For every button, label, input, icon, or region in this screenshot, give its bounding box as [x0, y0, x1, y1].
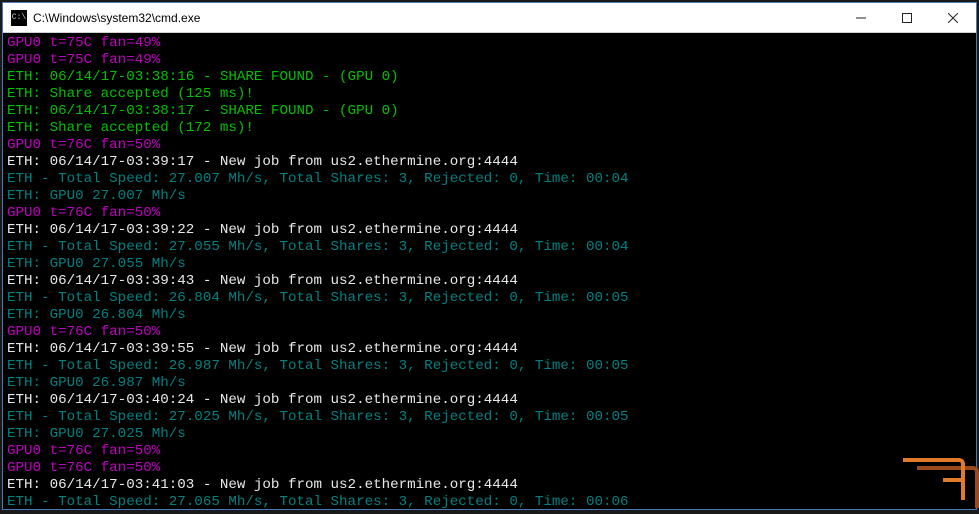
- close-button[interactable]: [930, 3, 976, 32]
- window-controls: [838, 3, 976, 32]
- minimize-button[interactable]: [838, 3, 884, 32]
- cmd-icon: C:\: [11, 10, 27, 26]
- console-line: ETH: GPU0 26.804 Mh/s: [7, 307, 972, 324]
- console-line: GPU0 t=76C fan=50%: [7, 205, 972, 222]
- console-line: ETH: GPU0 27.055 Mh/s: [7, 256, 972, 273]
- console-line: ETH - Total Speed: 27.055 Mh/s, Total Sh…: [7, 239, 972, 256]
- console-line: ETH: 06/14/17-03:41:03 - New job from us…: [7, 477, 972, 494]
- close-icon: [948, 13, 958, 23]
- maximize-button[interactable]: [884, 3, 930, 32]
- minimize-icon: [856, 13, 866, 23]
- watermark-shape-notch: [943, 478, 965, 482]
- console-line: GPU0 t=75C fan=49%: [7, 52, 972, 69]
- console-line: ETH: 06/14/17-03:38:17 - SHARE FOUND - (…: [7, 103, 972, 120]
- console-line: ETH: GPU0 26.987 Mh/s: [7, 375, 972, 392]
- console-line: GPU0 t=75C fan=49%: [7, 35, 972, 52]
- console-line: ETH - Total Speed: 26.987 Mh/s, Total Sh…: [7, 358, 972, 375]
- console-line: ETH: 06/14/17-03:39:55 - New job from us…: [7, 341, 972, 358]
- console-line: ETH - Total Speed: 27.007 Mh/s, Total Sh…: [7, 171, 972, 188]
- console-line: GPU0 t=76C fan=50%: [7, 443, 972, 460]
- console-line: GPU0 t=76C fan=50%: [7, 324, 972, 341]
- console-line: ETH: 06/14/17-03:39:43 - New job from us…: [7, 273, 972, 290]
- console-line: GPU0 t=76C fan=50%: [7, 460, 972, 477]
- console-line: ETH: GPU0 27.007 Mh/s: [7, 188, 972, 205]
- console-line: ETH: Share accepted (172 ms)!: [7, 120, 972, 137]
- console-line: ETH: 06/14/17-03:39:17 - New job from us…: [7, 154, 972, 171]
- console-line: ETH: GPU0 27.025 Mh/s: [7, 426, 972, 443]
- cmd-window: C:\ C:\Windows\system32\cmd.exe GPU0 t=7…: [2, 2, 977, 510]
- console-line: ETH - Total Speed: 27.025 Mh/s, Total Sh…: [7, 409, 972, 426]
- console-line: GPU0 t=76C fan=50%: [7, 137, 972, 154]
- cmd-icon-label: C:\: [12, 14, 26, 22]
- maximize-icon: [902, 13, 912, 23]
- console-line: ETH - Total Speed: 26.804 Mh/s, Total Sh…: [7, 290, 972, 307]
- titlebar[interactable]: C:\ C:\Windows\system32\cmd.exe: [3, 3, 976, 33]
- console-output[interactable]: GPU0 t=75C fan=49%GPU0 t=75C fan=49%ETH:…: [3, 33, 976, 509]
- console-line: ETH: 06/14/17-03:40:24 - New job from us…: [7, 392, 972, 409]
- console-line: ETH - Total Speed: 27.065 Mh/s, Total Sh…: [7, 494, 972, 509]
- site-watermark: [893, 458, 979, 508]
- window-title: C:\Windows\system32\cmd.exe: [33, 11, 838, 25]
- console-line: ETH: 06/14/17-03:39:22 - New job from us…: [7, 222, 972, 239]
- console-line: ETH: 06/14/17-03:38:16 - SHARE FOUND - (…: [7, 69, 972, 86]
- console-line: ETH: Share accepted (125 ms)!: [7, 86, 972, 103]
